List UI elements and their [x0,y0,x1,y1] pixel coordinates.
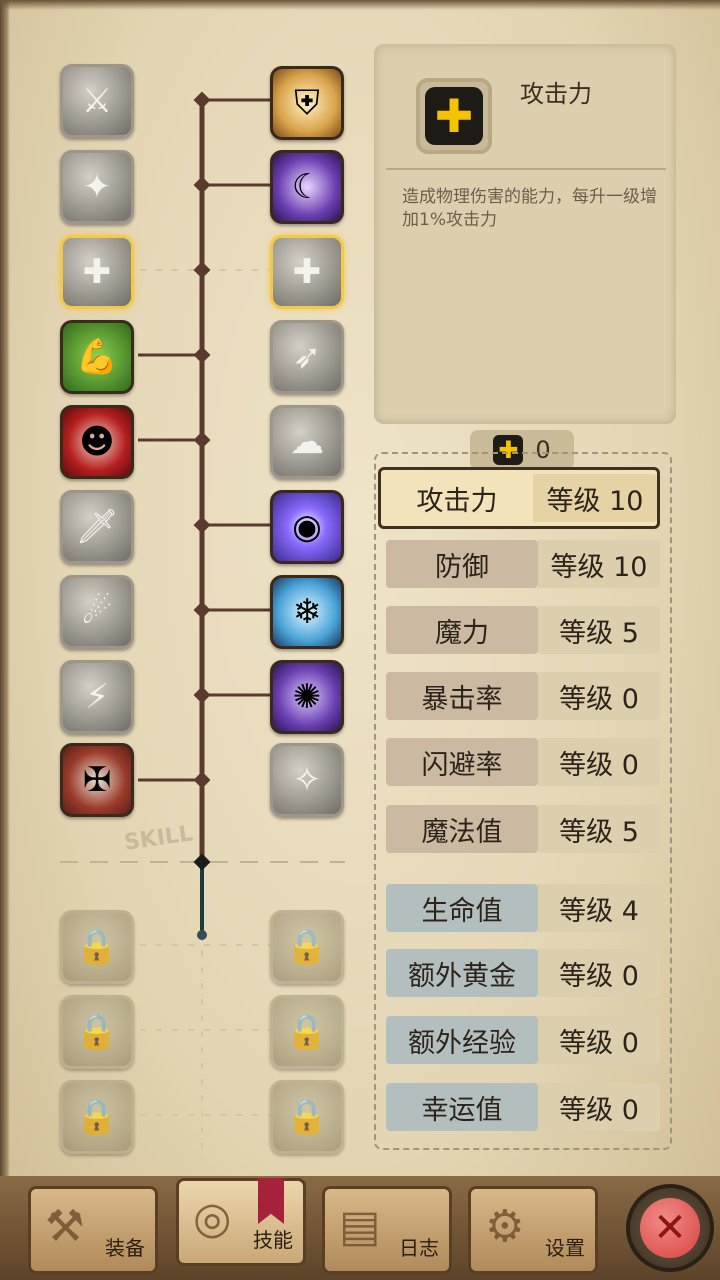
attribute-row-mana[interactable]: 魔法值 等级 5 [386,802,660,856]
attribute-level: 等级 0 [538,738,660,786]
locked-skill-icon[interactable]: 🔒 [270,995,344,1069]
info-title: 攻击力 [520,80,592,108]
locked-skill-icon[interactable]: 🔒 [60,1080,134,1154]
tab-label: 技能 [253,1228,293,1252]
attribute-name: 额外黄金 [386,949,538,997]
tab-label: 日志 [399,1236,439,1260]
attribute-name: 攻击力 [381,474,533,522]
attribute-level: 等级 4 [538,884,660,932]
skill-slash-icon[interactable]: ⚔ [60,64,134,138]
locked-skill-icon[interactable]: 🔒 [270,910,344,984]
attribute-name: 幸运值 [386,1083,538,1131]
tab-settings[interactable]: ⚙ 设置 [468,1186,598,1274]
attribute-name: 闪避率 [386,738,538,786]
skill-dash-icon[interactable]: ☄ [60,575,134,649]
skill-armor-plus-icon[interactable]: ✚ [270,235,344,309]
tab-label: 装备 [105,1236,145,1260]
attribute-level: 等级 0 [538,672,660,720]
journal-icon: ▤ [339,1201,381,1252]
skill-shadow-icon[interactable]: ☾ [270,150,344,224]
attribute-name: 暴击率 [386,672,538,720]
attribute-name: 额外经验 [386,1016,538,1064]
info-skill-icon-frame: ✚ [416,78,492,154]
skill-info-panel: ✚ 攻击力 造成物理伤害的能力，每升一级增加1%攻击力 [374,44,676,424]
locked-skill-icon[interactable]: 🔒 [270,1080,344,1154]
skill-eye-icon[interactable]: ◉ [270,490,344,564]
skill-spirit-icon[interactable]: ☁ [270,405,344,479]
attribute-level: 等级 0 [538,1083,660,1131]
skill-frost-blade-icon[interactable]: ❄ [270,575,344,649]
attribute-level: 等级 0 [538,949,660,997]
attribute-name: 魔力 [386,606,538,654]
close-button[interactable]: ✕ [626,1184,714,1272]
skill-dagger-icon[interactable]: 🗡 [60,490,134,564]
attribute-name: 魔法值 [386,805,538,853]
skill-strike-icon[interactable]: ✦ [60,150,134,224]
gear-icon: ⚙ [485,1201,525,1252]
info-description: 造成物理伤害的能力，每升一级增加1%攻击力 [402,187,657,230]
attribute-name: 防御 [386,540,538,588]
tab-skills[interactable]: ◎ 技能 [176,1178,306,1266]
skill-rage-icon[interactable]: ☻ [60,405,134,479]
attribute-level: 等级 10 [538,540,660,588]
locked-skill-icon[interactable]: 🔒 [60,910,134,984]
attribute-name: 生命值 [386,884,538,932]
skill-vortex-icon[interactable]: ✺ [270,660,344,734]
skill-sparkle-icon[interactable]: ✧ [270,743,344,817]
close-icon: ✕ [640,1198,700,1258]
attribute-level: 等级 5 [538,805,660,853]
tab-label: 设置 [545,1236,585,1260]
skill-muscle-icon[interactable]: 💪 [60,320,134,394]
info-divider [386,168,666,170]
tab-equipment[interactable]: ⚒ 装备 [28,1186,158,1274]
attribute-row-extra-exp[interactable]: 额外经验 等级 0 [386,1013,660,1067]
attribute-row-defense[interactable]: 防御 等级 10 [386,537,660,591]
locked-skill-icon[interactable]: 🔒 [60,995,134,1069]
skill-greatsword-icon[interactable]: ✠ [60,743,134,817]
attribute-row-attack[interactable]: 攻击力 等级 10 [378,467,660,529]
axe-icon: ⚒ [45,1201,85,1252]
attribute-row-dodge[interactable]: 闪避率 等级 0 [386,735,660,789]
attribute-row-health[interactable]: 生命值 等级 4 [386,881,660,935]
plus-icon: ✚ [425,87,483,145]
attribute-row-crit[interactable]: 暴击率 等级 0 [386,669,660,723]
skill-lightning-icon[interactable]: ⚡ [60,660,134,734]
attribute-level: 等级 5 [538,606,660,654]
attribute-level: 等级 10 [533,474,657,522]
skill-holy-shield-icon[interactable]: ⛨ [270,66,344,140]
skill-shield-plus-icon[interactable]: ✚ [60,235,134,309]
attribute-row-extra-gold[interactable]: 额外黄金 等级 0 [386,946,660,1000]
attribute-row-magic[interactable]: 魔力 等级 5 [386,603,660,657]
skill-charge-icon[interactable]: ➶ [270,320,344,394]
tab-journal[interactable]: ▤ 日志 [322,1186,452,1274]
skill-ring-icon: ◎ [193,1193,232,1244]
attribute-level: 等级 0 [538,1016,660,1064]
attribute-row-luck[interactable]: 幸运值 等级 0 [386,1080,660,1134]
